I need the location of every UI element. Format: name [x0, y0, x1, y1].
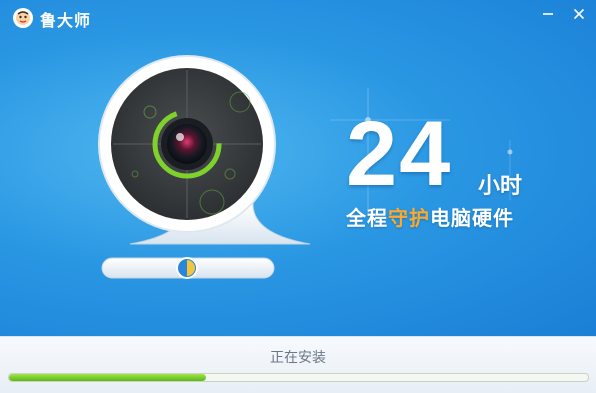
- close-button[interactable]: [568, 4, 590, 24]
- close-icon: [573, 8, 585, 20]
- tagline-highlight: 守护: [388, 206, 430, 230]
- progress-fill: [9, 374, 206, 381]
- slogan-number: 24: [346, 103, 453, 205]
- install-status: 正在安装: [270, 350, 326, 366]
- slogan-tagline: 全程守护电脑硬件: [346, 202, 514, 231]
- minimize-button[interactable]: [537, 4, 559, 24]
- slogan-unit: 小时: [478, 174, 523, 199]
- hero-banner: 鲁大师 24 小时 全程守护电脑硬件: [0, 0, 596, 336]
- progress-bar: [8, 373, 589, 382]
- webcam-illustration: [98, 55, 311, 279]
- tagline-prefix: 全程: [346, 206, 388, 230]
- title-bar: 鲁大师: [0, 0, 596, 34]
- installer-window: 鲁大师 24 小时 全程守护电脑硬件 正在安装: [0, 0, 596, 393]
- install-footer: 正在安装: [0, 336, 596, 393]
- minimize-icon: [543, 13, 553, 15]
- ludashi-logo-icon: [13, 8, 33, 28]
- tagline-suffix: 电脑硬件: [430, 206, 514, 230]
- app-title: 鲁大师: [40, 11, 92, 30]
